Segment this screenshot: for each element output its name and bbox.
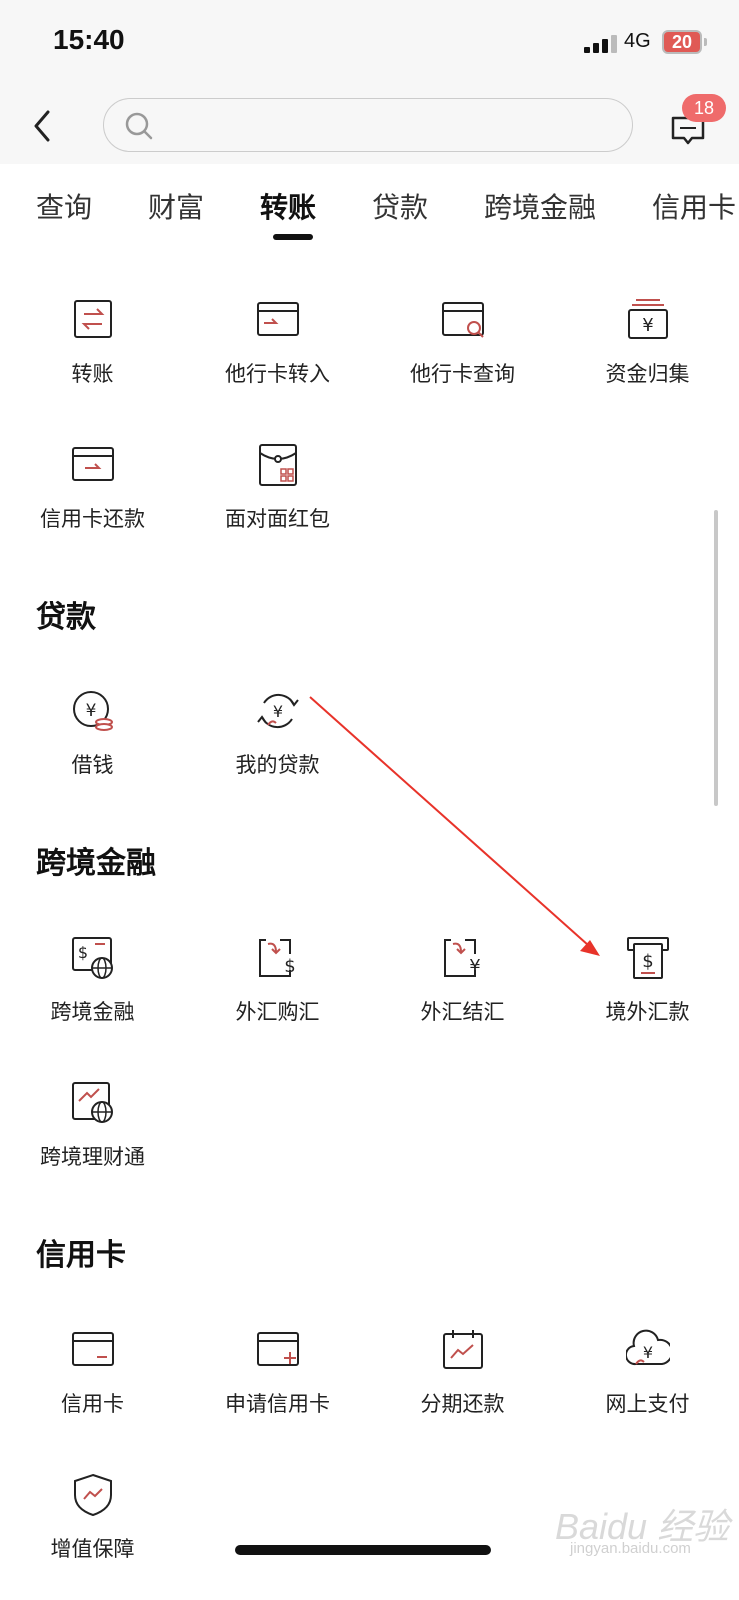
svg-text:¥: ¥ — [469, 956, 480, 977]
dollar-globe-icon: $ — [72, 937, 113, 979]
red-envelope-icon — [259, 444, 297, 486]
item-label: 跨境金融 — [50, 1000, 135, 1024]
fund-pooling-item[interactable]: ¥ 资金归集 — [555, 298, 739, 408]
section-title-credit-card: 信用卡 — [36, 1238, 126, 1273]
borrow-money-icon: ¥ — [73, 691, 113, 731]
transfer-item[interactable]: 转账 — [0, 298, 185, 408]
credit-card-item[interactable]: 信用卡 — [0, 1328, 185, 1438]
svg-text:$: $ — [642, 951, 653, 972]
item-label: 外汇结汇 — [420, 1000, 505, 1024]
category-tabs: 查询 财富 转账 贷款 跨境金融 信用卡 — [0, 164, 739, 246]
item-label: 申请信用卡 — [225, 1392, 330, 1416]
item-label: 网上支付 — [605, 1392, 690, 1416]
item-label: 外汇购汇 — [235, 1000, 320, 1024]
network-type: 4G — [624, 30, 651, 52]
vertical-scrollbar[interactable] — [714, 510, 718, 806]
shield-icon — [74, 1473, 112, 1517]
svg-text:¥: ¥ — [273, 702, 283, 721]
watermark-url: jingyan.baidu.com — [570, 1540, 691, 1557]
fund-pooling-icon: ¥ — [628, 299, 668, 339]
chevron-left-icon — [34, 110, 50, 142]
apply-credit-card-item[interactable]: 申请信用卡 — [185, 1328, 370, 1438]
credit-repay-icon — [72, 447, 114, 481]
installment-item[interactable]: 分期还款 — [370, 1328, 555, 1438]
fx-settlement-icon: ¥ — [444, 939, 481, 977]
fx-purchase-item[interactable]: $ 外汇购汇 — [185, 936, 370, 1046]
tab-credit-card[interactable]: 信用卡 — [652, 186, 736, 226]
search-icon — [125, 112, 153, 140]
back-button[interactable] — [28, 106, 58, 146]
search-bar[interactable] — [103, 98, 633, 152]
svg-text:¥: ¥ — [643, 1343, 653, 1362]
credit-card-icon — [72, 1332, 114, 1366]
overseas-remittance-icon: $ — [627, 937, 669, 979]
item-label: 分期还款 — [420, 1392, 505, 1416]
borrow-item[interactable]: ¥ 借钱 — [0, 689, 185, 799]
home-indicator[interactable] — [235, 1545, 491, 1555]
top-bar: 18 — [0, 88, 739, 164]
other-bank-in-item[interactable]: 他行卡转入 — [185, 298, 370, 408]
item-label: 信用卡 — [61, 1392, 124, 1416]
wealth-globe-icon — [72, 1082, 113, 1123]
tab-transfer[interactable]: 转账 — [260, 186, 316, 226]
my-loans-icon: ¥ — [257, 693, 299, 729]
item-label: 增值保障 — [50, 1537, 135, 1561]
item-label: 跨境理财通 — [40, 1145, 145, 1169]
tab-loans[interactable]: 贷款 — [372, 186, 428, 226]
fx-purchase-icon: $ — [259, 939, 296, 977]
tab-query[interactable]: 查询 — [36, 186, 92, 226]
battery-cap — [704, 38, 707, 46]
item-label: 转账 — [71, 362, 114, 386]
item-label: 他行卡查询 — [410, 362, 515, 386]
search-input[interactable] — [164, 109, 608, 143]
svg-text:$: $ — [78, 943, 88, 962]
item-label: 他行卡转入 — [225, 362, 330, 386]
card-in-icon — [257, 302, 299, 336]
section-title-cross-border: 跨境金融 — [36, 846, 156, 881]
tab-wealth[interactable]: 财富 — [148, 186, 204, 226]
battery-icon: 20 — [662, 30, 702, 54]
red-envelope-item[interactable]: 面对面红包 — [185, 443, 370, 553]
svg-text:¥: ¥ — [642, 315, 653, 336]
svg-text:$: $ — [284, 956, 295, 977]
my-loans-item[interactable]: ¥ 我的贷款 — [185, 689, 370, 799]
svg-text:¥: ¥ — [86, 701, 97, 721]
item-label: 信用卡还款 — [40, 507, 145, 531]
credit-repay-item[interactable]: 信用卡还款 — [0, 443, 185, 553]
item-label: 我的贷款 — [235, 753, 320, 777]
item-label: 境外汇款 — [605, 1000, 690, 1024]
tab-cross-border[interactable]: 跨境金融 — [484, 186, 596, 226]
signal-icon — [584, 35, 620, 53]
item-label: 面对面红包 — [225, 507, 330, 531]
calendar-icon — [443, 1330, 483, 1369]
cross-border-wealth-connect-item[interactable]: 跨境理财通 — [0, 1081, 185, 1191]
card-search-icon — [442, 302, 484, 338]
fx-settlement-item[interactable]: ¥ 外汇结汇 — [370, 936, 555, 1046]
other-bank-query-item[interactable]: 他行卡查询 — [370, 298, 555, 408]
message-count-badge: 18 — [682, 94, 726, 122]
item-label: 借钱 — [71, 753, 114, 777]
status-bar: 15:40 4G 20 — [0, 0, 739, 88]
status-time: 15:40 — [53, 24, 125, 55]
value-added-protection-item[interactable]: 增值保障 — [0, 1473, 185, 1583]
cross-border-finance-item[interactable]: $ 跨境金融 — [0, 936, 185, 1046]
transfer-icon — [74, 300, 112, 338]
cloud-payment-icon: ¥ — [626, 1329, 670, 1366]
active-tab-indicator — [273, 234, 313, 240]
overseas-remittance-item[interactable]: $ 境外汇款 — [555, 936, 739, 1046]
online-payment-item[interactable]: ¥ 网上支付 — [555, 1328, 739, 1438]
apply-card-icon — [257, 1332, 299, 1366]
item-label: 资金归集 — [605, 362, 690, 386]
section-title-loans: 贷款 — [36, 600, 96, 635]
